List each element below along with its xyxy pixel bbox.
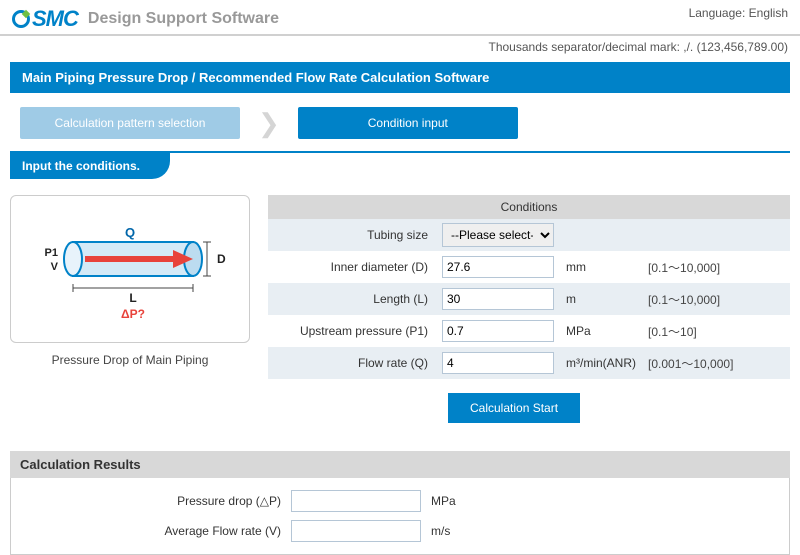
unit-upstream-pressure: MPa bbox=[558, 324, 648, 338]
calculation-results: Calculation Results Pressure drop (△P) M… bbox=[10, 451, 790, 555]
brand-group: SMC Design Support Software bbox=[12, 6, 279, 32]
step-indicator: Calculation pattern selection ❯ Conditio… bbox=[0, 93, 800, 147]
unit-length: m bbox=[558, 292, 648, 306]
row-avg-flow-rate: Average Flow rate (V) m/s bbox=[11, 516, 789, 546]
v-label: V bbox=[51, 261, 59, 273]
row-flow-rate: Flow rate (Q) m³/min(ANR) [0.001～10,000] bbox=[268, 347, 790, 379]
label-length: Length (L) bbox=[268, 292, 438, 306]
d-label: D bbox=[217, 252, 226, 266]
pressure-drop-output bbox=[291, 490, 421, 512]
unit-avg-flow-rate: m/s bbox=[421, 524, 501, 538]
label-upstream-pressure: Upstream pressure (P1) bbox=[268, 324, 438, 338]
instruction-text: Input the conditions. bbox=[10, 153, 170, 179]
l-label: L bbox=[129, 291, 136, 305]
label-inner-diameter: Inner diameter (D) bbox=[268, 260, 438, 274]
calculation-start-button[interactable]: Calculation Start bbox=[448, 393, 580, 423]
avg-flow-rate-output bbox=[291, 520, 421, 542]
main-content: Q P1 V D L ΔP? Pressure Drop of Main Pip… bbox=[0, 179, 800, 433]
row-upstream-pressure: Upstream pressure (P1) MPa [0.1～10] bbox=[268, 315, 790, 347]
instruction-bar: Input the conditions. bbox=[10, 151, 790, 179]
p1-label: P1 bbox=[45, 247, 58, 259]
app-subtitle: Design Support Software bbox=[88, 10, 279, 28]
brand-icon bbox=[12, 10, 30, 28]
step-condition-input[interactable]: Condition input bbox=[298, 107, 518, 139]
unit-inner-diameter: mm bbox=[558, 260, 648, 274]
range-flow-rate: [0.001～10,000] bbox=[648, 355, 790, 372]
tubing-size-select[interactable]: --Please select-- bbox=[442, 223, 554, 247]
results-header: Calculation Results bbox=[10, 451, 790, 478]
length-input[interactable] bbox=[442, 288, 554, 310]
page-title: Main Piping Pressure Drop / Recommended … bbox=[10, 62, 790, 93]
row-pressure-drop: Pressure drop (△P) MPa bbox=[11, 486, 789, 516]
diagram-caption: Pressure Drop of Main Piping bbox=[10, 353, 250, 367]
q-label: Q bbox=[125, 225, 135, 240]
range-upstream-pressure: [0.1～10] bbox=[648, 323, 790, 340]
dp-label: ΔP? bbox=[121, 307, 145, 321]
diagram-column: Q P1 V D L ΔP? Pressure Drop of Main Pip… bbox=[10, 195, 250, 423]
label-flow-rate: Flow rate (Q) bbox=[268, 356, 438, 370]
brand-text: SMC bbox=[32, 6, 78, 32]
row-length: Length (L) m [0.1～10,000] bbox=[268, 283, 790, 315]
label-avg-flow-rate: Average Flow rate (V) bbox=[11, 524, 291, 538]
label-tubing-size: Tubing size bbox=[268, 228, 438, 242]
row-tubing-size: Tubing size --Please select-- bbox=[268, 219, 790, 251]
range-inner-diameter: [0.1～10,000] bbox=[648, 259, 790, 276]
piping-diagram: Q P1 V D L ΔP? bbox=[10, 195, 250, 343]
upstream-pressure-input[interactable] bbox=[442, 320, 554, 342]
unit-pressure-drop: MPa bbox=[421, 494, 501, 508]
unit-flow-rate: m³/min(ANR) bbox=[558, 356, 648, 370]
range-length: [0.1～10,000] bbox=[648, 291, 790, 308]
conditions-header: Conditions bbox=[268, 195, 790, 219]
language-value: English bbox=[749, 6, 788, 20]
language-selector[interactable]: Language: English bbox=[689, 6, 788, 20]
flow-rate-input[interactable] bbox=[442, 352, 554, 374]
page-header: SMC Design Support Software Language: En… bbox=[0, 0, 800, 36]
step-pattern-selection[interactable]: Calculation pattern selection bbox=[20, 107, 240, 139]
brand-logo: SMC bbox=[12, 6, 78, 32]
chevron-right-icon: ❯ bbox=[258, 110, 280, 136]
language-label: Language: bbox=[689, 6, 746, 20]
separator-note: Thousands separator/decimal mark: ,/. (1… bbox=[0, 36, 800, 58]
row-inner-diameter: Inner diameter (D) mm [0.1～10,000] bbox=[268, 251, 790, 283]
conditions-form: Conditions Tubing size --Please select--… bbox=[268, 195, 790, 423]
label-pressure-drop: Pressure drop (△P) bbox=[11, 494, 291, 508]
inner-diameter-input[interactable] bbox=[442, 256, 554, 278]
